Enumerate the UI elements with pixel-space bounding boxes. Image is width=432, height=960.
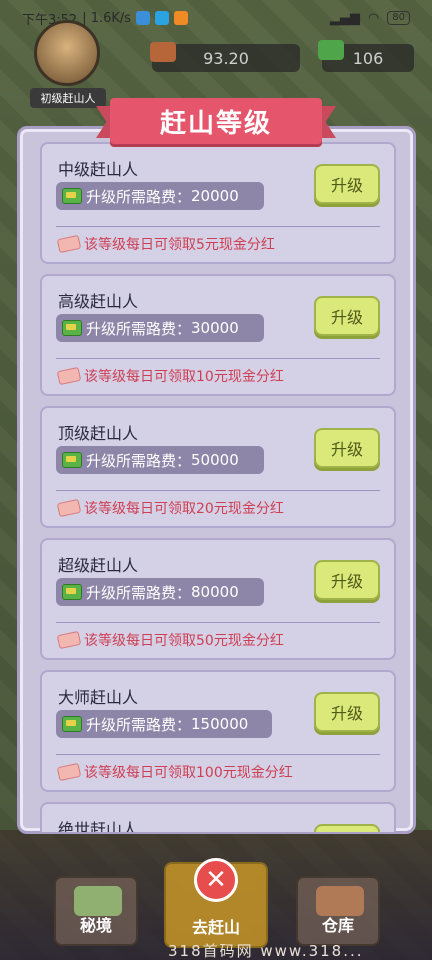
upgrade-fee: 升级所需路费： 150000 [56,710,272,738]
modal-title-ribbon: 赶山等级 [96,96,336,144]
cash-icon [62,716,82,732]
cash-icon [318,40,344,60]
level-name: 中级赶山人 [58,160,139,179]
status-network-speed: | 1.6K/s [82,10,132,26]
fee-amount: 20000 [191,187,239,205]
wifi-icon: ◠ [367,10,380,26]
upgrade-button[interactable]: 升级 [314,824,380,832]
bonus-text: 该等级每日可领取100元现金分红 [56,762,293,782]
battery-indicator: 80 [387,11,410,25]
cash-icon [62,452,82,468]
level-name: 绝世赶山人 [58,820,139,832]
upgrade-button[interactable]: 升级 [314,296,380,336]
secondary-resource-value: 106 [352,48,384,68]
upgrade-fee: 升级所需路费： 20000 [56,182,264,210]
fee-prefix: 升级所需路费： [86,187,192,206]
player-avatar[interactable] [34,20,100,86]
ticket-icon [56,366,82,386]
upgrade-fee: 升级所需路费： 80000 [56,578,264,606]
warehouse-icon [316,886,364,916]
ticket-icon [56,630,82,650]
fee-amount: 50000 [191,451,239,469]
level-card: 绝世赶山人 升级 [40,802,396,832]
currency-value: 93.20 [203,48,249,68]
level-card: 中级赶山人 升级所需路费： 20000 升级 该等级每日可领取5元现金分红 [40,142,396,264]
telegram-icon [155,11,170,25]
nav-warehouse[interactable]: 仓库 [296,876,380,946]
level-card: 顶级赶山人 升级所需路费： 50000 升级 该等级每日可领取20元现金分红 [40,406,396,528]
secret-realm-icon [74,886,122,916]
card-divider [56,226,380,227]
upgrade-fee: 升级所需路费： 30000 [56,314,264,342]
cash-icon [62,584,82,600]
bonus-text: 该等级每日可领取20元现金分红 [56,498,284,518]
bonus-text: 该等级每日可领取5元现金分红 [56,234,275,254]
modal-title: 赶山等级 [110,98,322,144]
watermark-text: 318首码网 www.318... [168,942,364,960]
signal-icon: ▂▄▆ [329,10,360,26]
card-divider [56,754,380,755]
nav-secret-realm[interactable]: 秘境 [54,876,138,946]
close-modal-button[interactable]: ✕ [194,858,238,902]
player-level-label: 初级赶山人 [30,88,106,108]
card-divider [56,622,380,623]
fee-prefix: 升级所需路费： [86,583,192,602]
fee-amount: 80000 [191,583,239,601]
upgrade-button[interactable]: 升级 [314,164,380,204]
ticket-icon [56,498,82,518]
level-name: 超级赶山人 [58,556,139,575]
fee-prefix: 升级所需路费： [86,319,192,338]
level-card: 超级赶山人 升级所需路费： 80000 升级 该等级每日可领取50元现金分红 [40,538,396,660]
cash-icon [62,188,82,204]
coin-icon [150,42,176,62]
level-card: 高级赶山人 升级所需路费： 30000 升级 该等级每日可领取10元现金分红 [40,274,396,396]
fee-prefix: 升级所需路费： [86,715,192,734]
fee-prefix: 升级所需路费： [86,451,192,470]
level-name: 大师赶山人 [58,688,139,707]
app-notification-icon [136,11,151,25]
nav-go-mountain-label: 去赶山 [191,918,240,937]
card-divider [56,490,380,491]
cash-icon [62,320,82,336]
fee-amount: 150000 [191,715,249,733]
upgrade-fee: 升级所需路费： 50000 [56,446,264,474]
ticket-icon [56,234,82,254]
bonus-text: 该等级每日可领取50元现金分红 [56,630,284,650]
bonus-text: 该等级每日可领取10元现金分红 [56,366,284,386]
card-divider [56,358,380,359]
level-list[interactable]: 中级赶山人 升级所需路费： 20000 升级 该等级每日可领取5元现金分红 高级… [20,138,396,832]
upgrade-button[interactable]: 升级 [314,428,380,468]
ticket-icon [56,762,82,782]
upgrade-button[interactable]: 升级 [314,692,380,732]
close-icon: ✕ [205,865,227,895]
upgrade-button[interactable]: 升级 [314,560,380,600]
level-name: 高级赶山人 [58,292,139,311]
fee-amount: 30000 [191,319,239,337]
level-name: 顶级赶山人 [58,424,139,443]
app-badge-icon [174,11,189,25]
level-card: 大师赶山人 升级所需路费： 150000 升级 该等级每日可领取100元现金分红 [40,670,396,792]
